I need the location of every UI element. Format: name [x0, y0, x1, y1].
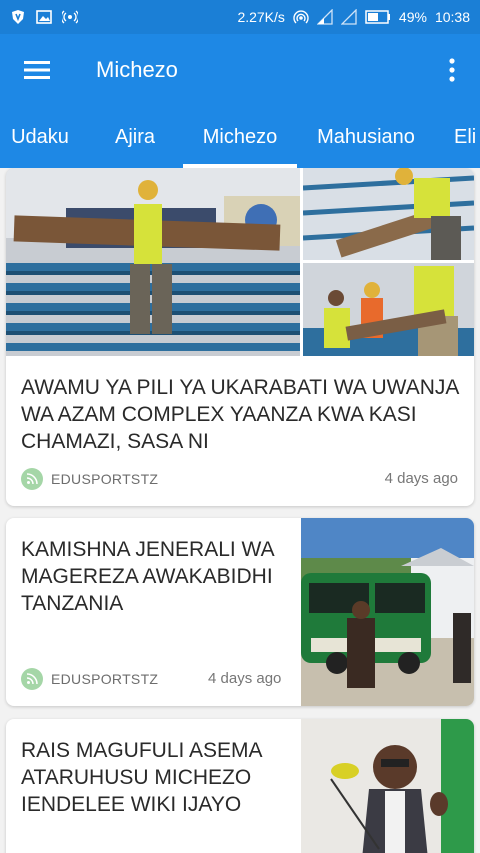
battery-level: 49%: [398, 9, 427, 25]
more-vert-icon: [449, 58, 455, 82]
menu-button[interactable]: [0, 34, 74, 106]
broadcast-icon: [62, 10, 78, 24]
article-image-collage: [6, 168, 474, 356]
network-speed: 2.27K/s: [237, 9, 285, 25]
tab-elimu[interactable]: Eli: [454, 106, 480, 168]
article-source: EDUSPORTSTZ: [21, 468, 158, 490]
battery-icon: [365, 10, 390, 24]
signal-2-icon: [340, 9, 357, 25]
article-thumbnail: [301, 719, 474, 853]
article-source: EDUSPORTSTZ: [21, 668, 158, 690]
article-card[interactable]: AWAMU YA PILI YA UKARABATI WA UWANJA WA …: [6, 168, 474, 506]
overflow-menu-button[interactable]: [424, 34, 480, 106]
source-name: EDUSPORTSTZ: [51, 471, 159, 487]
article-card[interactable]: RAIS MAGUFULI ASEMA ATARUHUSU MICHEZO IE…: [6, 719, 474, 853]
rss-icon: [21, 668, 43, 690]
category-tabs: Udaku Ajira Michezo Mahusiano Eli: [0, 106, 480, 168]
vpn-shield-icon: [12, 10, 24, 24]
gallery-icon: [36, 10, 52, 24]
page-title: Michezo: [96, 57, 178, 82]
tab-ajira[interactable]: Ajira: [100, 106, 170, 168]
tab-michezo[interactable]: Michezo: [183, 106, 297, 168]
source-name: EDUSPORTSTZ: [51, 671, 159, 687]
article-title: KAMISHNA JENERALI WA MAGEREZA AWAKABIDHI…: [21, 538, 274, 615]
rss-icon: [21, 468, 43, 490]
status-bar: 2.27K/s 49% 10:38: [0, 0, 480, 34]
tab-udaku[interactable]: Udaku: [8, 106, 72, 168]
article-card[interactable]: KAMISHNA JENERALI WA MAGEREZA AWAKABIDHI…: [6, 518, 474, 706]
tab-mahusiano[interactable]: Mahusiano: [310, 106, 422, 168]
article-title: AWAMU YA PILI YA UKARABATI WA UWANJA WA …: [21, 376, 459, 453]
article-thumbnail: [301, 518, 474, 706]
article-time: 4 days ago: [208, 670, 282, 687]
hotspot-icon: [293, 10, 309, 24]
news-feed[interactable]: AWAMU YA PILI YA UKARABATI WA UWANJA WA …: [0, 168, 480, 853]
hamburger-icon: [24, 61, 50, 79]
signal-icon: [316, 9, 333, 25]
app-bar: Michezo: [0, 34, 480, 106]
article-time: 4 days ago: [384, 470, 458, 487]
article-title: RAIS MAGUFULI ASEMA ATARUHUSU MICHEZO IE…: [21, 739, 262, 816]
clock: 10:38: [434, 9, 470, 25]
